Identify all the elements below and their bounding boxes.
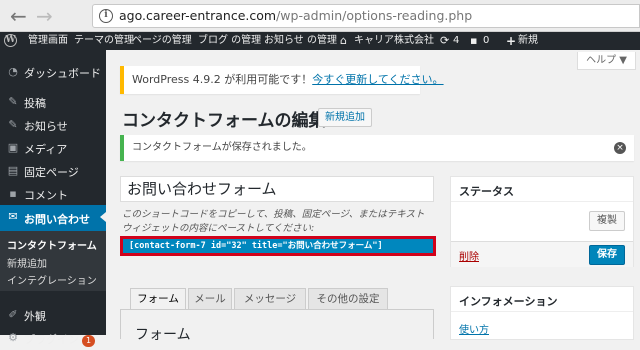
- sidebar-item-appearance[interactable]: ✐ 外観: [0, 303, 106, 327]
- tab-messages[interactable]: メッセージ: [234, 288, 306, 310]
- notice-text: コンタクトフォームが保存されました。: [132, 142, 312, 153]
- update-nag: WordPress 4.9.2 が利用可能です！今すぐ更新してください。: [120, 66, 444, 94]
- sidebar-item-dashboard[interactable]: ◔ ダッシュボード: [0, 60, 106, 84]
- tab-additional-settings[interactable]: その他の設定: [308, 288, 388, 310]
- mail-icon: ✉: [8, 210, 18, 223]
- plugin-icon: ⚙: [8, 331, 18, 344]
- panel-title: フォーム: [135, 327, 191, 343]
- sidebar-item-contact[interactable]: ✉ お問い合わせ: [0, 205, 106, 231]
- page-icon: ▤: [7, 164, 19, 177]
- tab-mail[interactable]: メール: [188, 288, 232, 310]
- submenu-item-add-new[interactable]: 新規追加: [7, 255, 47, 270]
- brush-icon: ✐: [8, 308, 18, 321]
- sidebar-item-media[interactable]: ▣ メディア: [0, 136, 106, 160]
- info-box-title: インフォメーション: [459, 295, 558, 308]
- info-box: インフォメーション 使い方: [450, 286, 634, 340]
- media-icon: ▣: [7, 141, 19, 154]
- help-tab[interactable]: ヘルプ ▼: [577, 52, 636, 70]
- comment-icon: ▪: [9, 187, 17, 200]
- admin-bar-item-blog[interactable]: ブログ の管理: [198, 32, 261, 50]
- sidebar-item-label: メディア: [24, 143, 68, 156]
- duplicate-button[interactable]: 複製: [589, 211, 625, 231]
- shortcode-field[interactable]: [contact-form-7 id="32" title="お問い合わせフォー…: [120, 236, 436, 256]
- sidebar-item-plugins[interactable]: ⚙ プラグイン 1: [0, 326, 106, 350]
- contact-submenu: コンタクトフォーム 新規追加 インテグレーション: [0, 231, 106, 291]
- updates-count[interactable]: 4: [453, 32, 459, 50]
- status-box-title: ステータス: [459, 185, 514, 198]
- forward-arrow-icon[interactable]: →: [36, 5, 53, 27]
- docs-link[interactable]: 使い方: [459, 321, 489, 336]
- sidebar-item-comments[interactable]: ▪ コメント: [0, 182, 106, 206]
- admin-sidebar: ◔ ダッシュボード ✎ 投稿 ✎ お知らせ ▣ メディア ▤ 固定ページ ▪ コ…: [0, 50, 106, 347]
- browser-toolbar: ← → i ago.career-entrance.com/wp-admin/o…: [0, 0, 640, 32]
- divider: [451, 201, 633, 202]
- url-host: ago.career-entrance.com: [119, 8, 277, 23]
- sidebar-item-news[interactable]: ✎ お知らせ: [0, 113, 106, 137]
- new-content-button[interactable]: 新規: [518, 32, 538, 50]
- add-new-button[interactable]: 新規追加: [318, 108, 372, 127]
- plus-icon[interactable]: +: [506, 32, 516, 50]
- admin-bar-item-themes[interactable]: テーマの管理: [74, 32, 134, 50]
- status-box-footer: 削除 保存: [451, 241, 633, 267]
- sidebar-item-label: 外観: [24, 310, 46, 323]
- pin-icon: ✎: [8, 118, 18, 131]
- sidebar-item-label: お問い合わせ: [24, 213, 90, 226]
- plugin-update-badge: 1: [82, 335, 96, 347]
- shortcode-hint: このショートコードをコピーして、投稿、固定ページ、またはテキストウィジェットの内…: [122, 209, 425, 234]
- url-path: /wp-admin/options-reading.php: [276, 8, 473, 23]
- admin-bar: W 管理画面 テーマの管理 ページの管理 ブログ の管理 お知らせ の管理 ⌂ …: [0, 32, 640, 50]
- comments-count[interactable]: 0: [483, 32, 489, 50]
- wordpress-logo-icon[interactable]: W: [4, 34, 17, 47]
- sidebar-item-label: お知らせ: [24, 120, 68, 133]
- status-box: ステータス 複製 削除 保存: [450, 176, 634, 267]
- info-icon[interactable]: i: [99, 9, 113, 23]
- admin-bar-item-admin[interactable]: 管理画面: [28, 32, 68, 50]
- submenu-item-contact-forms[interactable]: コンタクトフォーム: [7, 237, 97, 252]
- admin-bar-item-news[interactable]: お知らせ の管理: [264, 32, 337, 50]
- dashboard-icon: ◔: [8, 65, 18, 78]
- url-text: ago.career-entrance.com/wp-admin/options…: [119, 8, 472, 23]
- submenu-item-integration[interactable]: インテグレーション: [7, 272, 97, 287]
- updates-icon[interactable]: ⟳: [440, 32, 449, 50]
- site-name[interactable]: キャリア株式会社: [354, 32, 434, 50]
- tab-form[interactable]: フォーム: [130, 288, 186, 310]
- comments-icon[interactable]: ▪: [470, 32, 477, 50]
- sidebar-item-label: 投稿: [24, 97, 46, 110]
- divider: [451, 311, 633, 312]
- dismiss-icon[interactable]: ×: [614, 142, 626, 154]
- sidebar-item-label: プラグイン 1: [24, 331, 96, 347]
- sidebar-item-label: コメント: [24, 189, 68, 202]
- form-title-input[interactable]: お問い合わせフォーム: [120, 176, 434, 202]
- update-now-link[interactable]: 今すぐ更新してください。: [312, 73, 443, 86]
- address-bar[interactable]: i ago.career-entrance.com/wp-admin/optio…: [92, 4, 640, 28]
- pin-icon: ✎: [8, 95, 18, 108]
- sidebar-item-posts[interactable]: ✎ 投稿: [0, 90, 106, 114]
- update-nag-text: WordPress 4.9.2 が利用可能です！: [132, 73, 313, 86]
- home-icon: ⌂: [340, 34, 347, 47]
- back-arrow-icon[interactable]: ←: [10, 5, 27, 27]
- admin-bar-item-pages[interactable]: ページの管理: [132, 32, 192, 50]
- saved-notice: コンタクトフォームが保存されました。 ×: [120, 135, 634, 161]
- page-title: コンタクトフォームの編集: [122, 111, 326, 131]
- sidebar-item-label: ダッシュボード: [24, 67, 101, 80]
- sidebar-item-pages[interactable]: ▤ 固定ページ: [0, 159, 106, 183]
- save-button[interactable]: 保存: [589, 245, 625, 265]
- main-content: ヘルプ ▼ WordPress 4.9.2 が利用可能です！今すぐ更新してくださ…: [106, 50, 640, 343]
- delete-link[interactable]: 削除: [459, 248, 479, 263]
- sidebar-item-label: 固定ページ: [24, 166, 79, 179]
